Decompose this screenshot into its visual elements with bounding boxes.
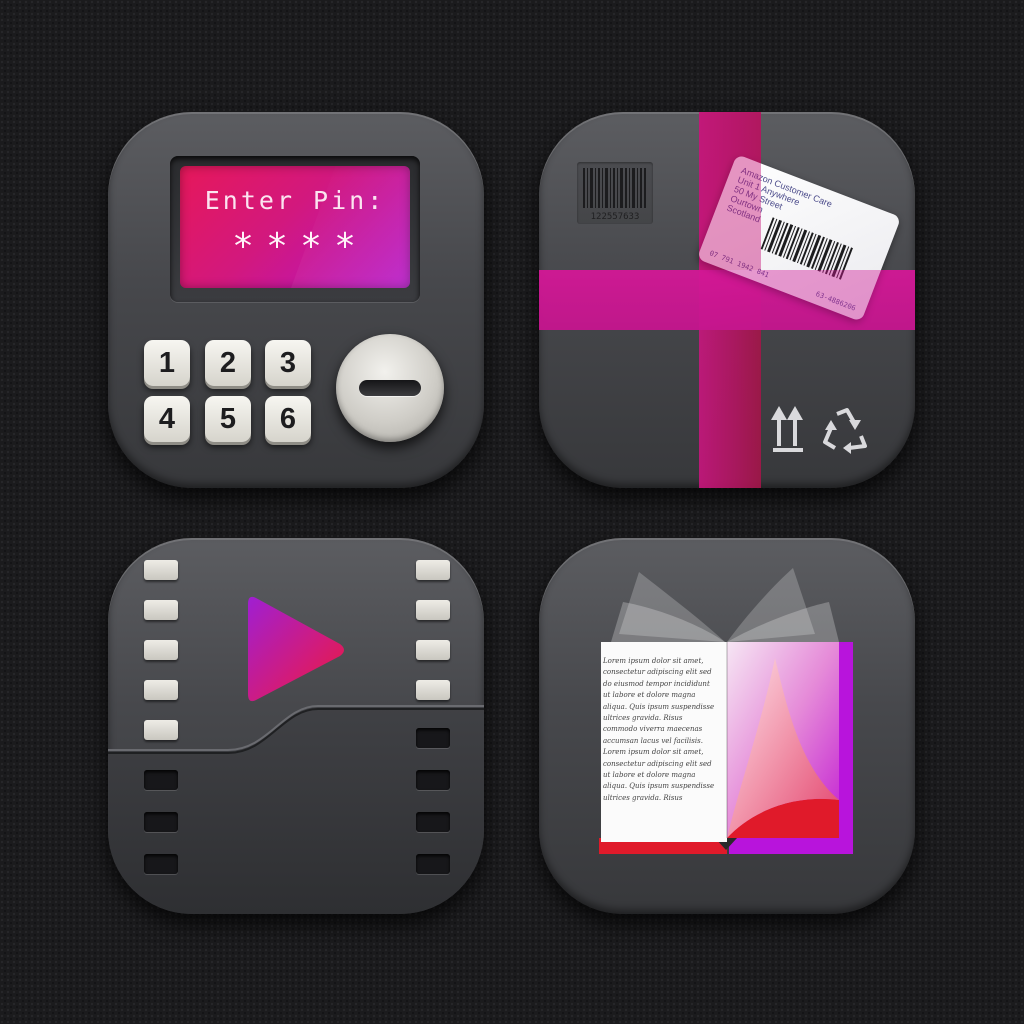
film-sprocket-hole xyxy=(144,640,178,660)
lcd-bezel: Enter Pin: **** xyxy=(170,156,420,302)
text-line: ut labore et dolore magna xyxy=(603,771,696,780)
film-sprocket-hole xyxy=(416,854,450,874)
film-sprocket-hole xyxy=(416,680,450,700)
books-app-icon[interactable]: Lorem ipsum dolor sit amet, consectetur … xyxy=(539,538,915,914)
book-page-text: Lorem ipsum dolor sit amet, consectetur … xyxy=(603,656,727,804)
safe-dial-knob xyxy=(336,334,444,442)
film-sprocket-hole xyxy=(144,560,178,580)
film-sprocket-hole xyxy=(144,720,178,740)
keypad-key: 2 xyxy=(205,340,251,386)
video-app-icon[interactable] xyxy=(108,538,484,914)
tape-overlay-vertical xyxy=(699,112,761,270)
film-sprocket-hole xyxy=(416,812,450,832)
this-way-up-icon xyxy=(771,406,803,452)
knob-slot xyxy=(359,380,421,396)
play-icon xyxy=(248,596,344,702)
keypad-key: 3 xyxy=(265,340,311,386)
pin-pad-app-icon[interactable]: Enter Pin: **** 1 2 3 4 5 6 xyxy=(108,112,484,488)
barcode-icon xyxy=(583,168,646,208)
film-sprocket-hole xyxy=(144,770,178,790)
keypad-key: 6 xyxy=(265,396,311,442)
text-line: Lorem ipsum dolor sit amet, xyxy=(603,748,704,757)
open-book-icon xyxy=(599,568,853,854)
package-app-icon[interactable]: 122557633 Amazon Customer Care Unit 1 An… xyxy=(539,112,915,488)
film-sprocket-hole xyxy=(144,854,178,874)
text-line: consectetur adipiscing elit sed xyxy=(603,759,712,768)
film-sprocket-hole xyxy=(416,770,450,790)
text-line: aliqua. Quis ipsum suspendisse xyxy=(603,782,715,791)
recycle-icon xyxy=(823,408,867,454)
keypad-key: 5 xyxy=(205,396,251,442)
text-line: ut labore et dolore magna xyxy=(603,691,696,700)
film-sprocket-hole xyxy=(144,812,178,832)
film-sprocket-hole xyxy=(416,560,450,580)
pin-screen: Enter Pin: **** xyxy=(180,166,410,288)
film-sprocket-hole xyxy=(144,680,178,700)
text-line: ultrices gravida. Risus xyxy=(603,714,683,723)
text-line: commodo viverra maecenas xyxy=(603,725,703,734)
film-sprocket-hole xyxy=(416,600,450,620)
film-sprocket-hole xyxy=(416,728,450,748)
pin-screen-title: Enter Pin: xyxy=(204,186,386,215)
text-line: Lorem ipsum dolor sit amet, xyxy=(603,657,704,665)
package-handling-icons xyxy=(771,406,867,454)
keypad-key: 4 xyxy=(144,396,190,442)
barcode: 122557633 xyxy=(577,162,653,224)
text-line: ultrices gravida. Risus xyxy=(603,793,683,802)
barcode-number: 122557633 xyxy=(590,212,640,222)
pin-screen-mask: **** xyxy=(234,226,370,267)
text-line: do eiusmod tempor incididunt xyxy=(603,679,710,688)
film-sprocket-hole xyxy=(416,640,450,660)
film-sprocket-hole xyxy=(144,600,178,620)
keypad-key: 1 xyxy=(144,340,190,386)
text-line: consectetur adipiscing elit sed xyxy=(603,668,712,677)
text-line: aliqua. Quis ipsum suspendisse xyxy=(603,702,715,711)
text-line: accumsan lacus vel facilisis. xyxy=(603,736,703,745)
tape-overlay xyxy=(539,270,915,330)
